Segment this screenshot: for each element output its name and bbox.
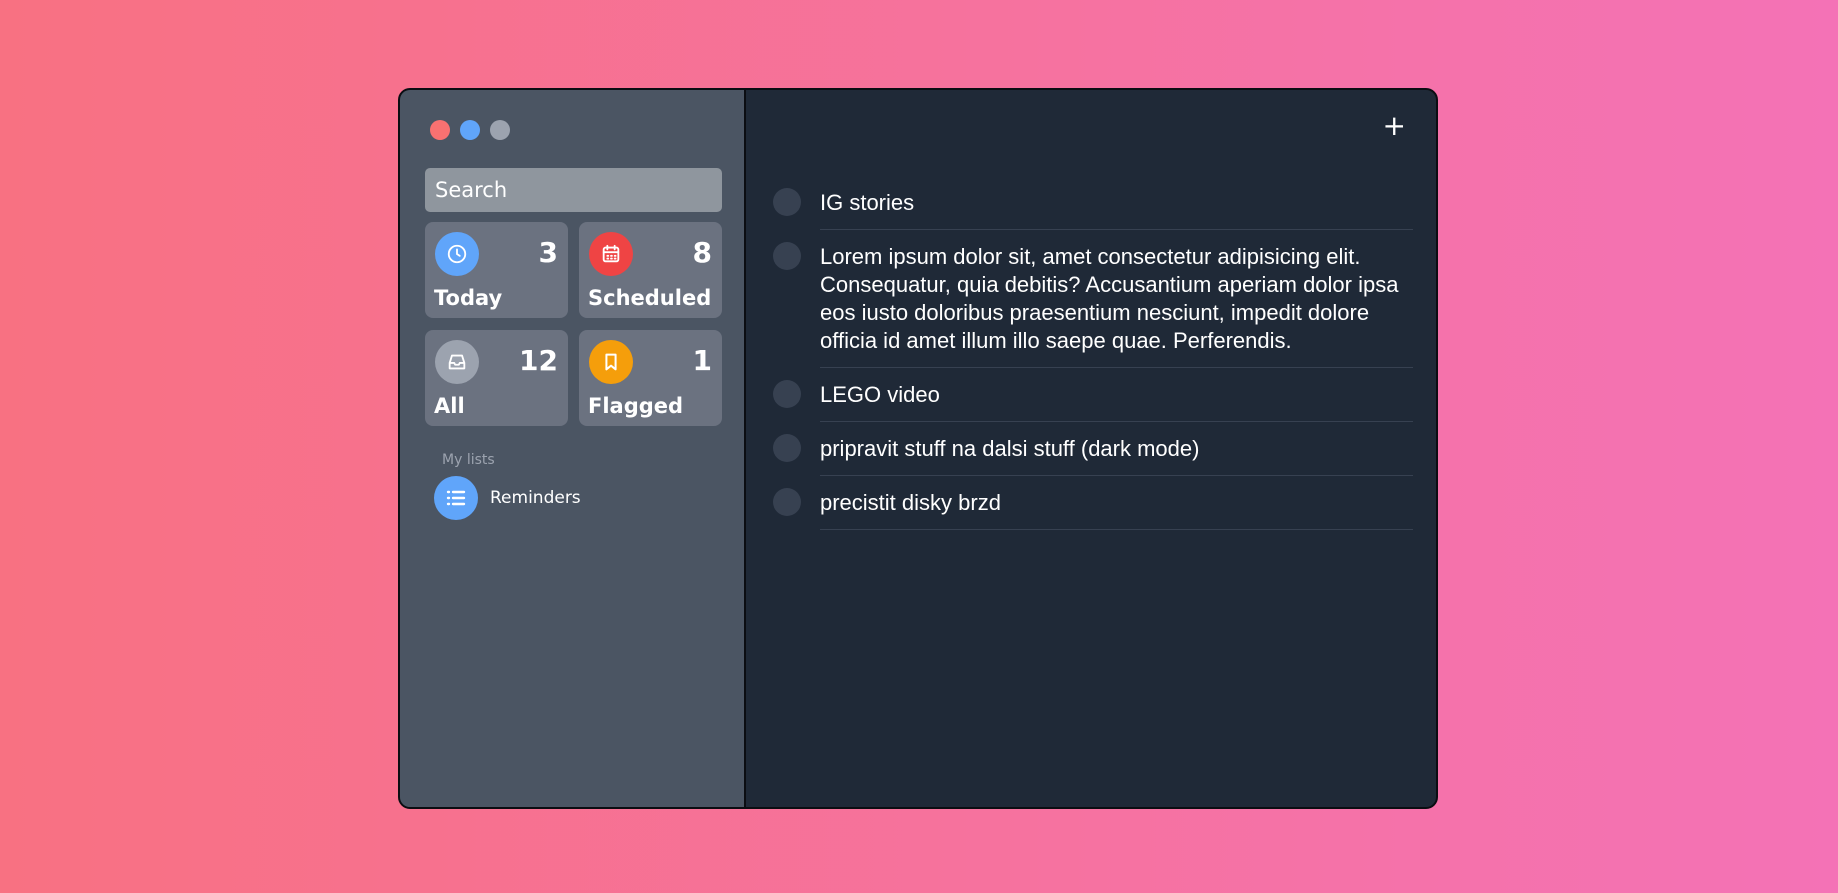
- close-window-button[interactable]: [430, 120, 450, 140]
- sidebar: 3 Today 8 Scheduled: [400, 90, 746, 807]
- task-title[interactable]: IG stories: [820, 188, 1413, 230]
- my-lists-heading: My lists: [442, 452, 495, 468]
- search-input[interactable]: [425, 168, 722, 212]
- minimize-window-button[interactable]: [460, 120, 480, 140]
- all-label: All: [434, 394, 465, 418]
- task-list: IG stories Lorem ipsum dolor sit, amet c…: [773, 188, 1413, 542]
- task-row: IG stories: [773, 188, 1413, 242]
- smart-list-scheduled[interactable]: 8 Scheduled: [579, 222, 722, 318]
- task-checkbox[interactable]: [773, 188, 801, 216]
- reminders-window: 3 Today 8 Scheduled: [398, 88, 1438, 809]
- window-controls: [430, 120, 510, 140]
- task-row: Lorem ipsum dolor sit, amet consectetur …: [773, 242, 1413, 380]
- clock-icon: [435, 232, 479, 276]
- list-item-reminders[interactable]: Reminders: [434, 476, 581, 520]
- task-title[interactable]: LEGO video: [820, 380, 1413, 422]
- task-checkbox[interactable]: [773, 434, 801, 462]
- scheduled-count: 8: [692, 236, 712, 269]
- today-label: Today: [434, 286, 503, 310]
- bookmark-icon: [589, 340, 633, 384]
- task-title[interactable]: pripravit stuff na dalsi stuff (dark mod…: [820, 434, 1413, 476]
- flagged-label: Flagged: [588, 394, 684, 418]
- smart-list-all[interactable]: 12 All: [425, 330, 568, 426]
- smart-lists: 3 Today 8 Scheduled 12 All 1 Flagged: [425, 222, 722, 426]
- task-checkbox[interactable]: [773, 380, 801, 408]
- scheduled-label: Scheduled: [588, 286, 712, 310]
- calendar-icon: [589, 232, 633, 276]
- task-row: precistit disky brzd: [773, 488, 1413, 542]
- task-pane: + IG stories Lorem ipsum dolor sit, amet…: [746, 90, 1436, 807]
- flagged-count: 1: [692, 344, 712, 377]
- all-count: 12: [519, 344, 558, 377]
- task-checkbox[interactable]: [773, 488, 801, 516]
- list-item-label: Reminders: [490, 488, 581, 508]
- smart-list-flagged[interactable]: 1 Flagged: [579, 330, 722, 426]
- today-count: 3: [538, 236, 558, 269]
- task-title[interactable]: Lorem ipsum dolor sit, amet consectetur …: [820, 242, 1413, 368]
- inbox-icon: [435, 340, 479, 384]
- task-row: LEGO video: [773, 380, 1413, 434]
- smart-list-today[interactable]: 3 Today: [425, 222, 568, 318]
- task-row: pripravit stuff na dalsi stuff (dark mod…: [773, 434, 1413, 488]
- list-icon: [434, 476, 478, 520]
- add-task-button[interactable]: +: [1383, 112, 1406, 140]
- maximize-window-button[interactable]: [490, 120, 510, 140]
- task-title[interactable]: precistit disky brzd: [820, 488, 1413, 530]
- task-checkbox[interactable]: [773, 242, 801, 270]
